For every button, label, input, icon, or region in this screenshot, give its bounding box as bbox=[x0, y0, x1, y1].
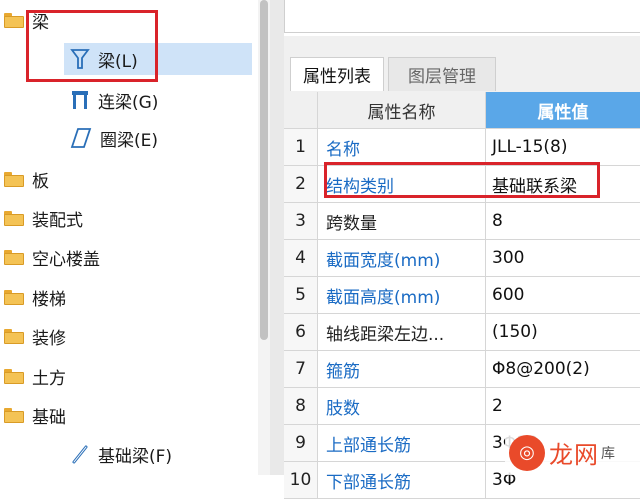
row-number: 8 bbox=[284, 388, 318, 424]
tree-scrollbar[interactable] bbox=[258, 0, 270, 475]
tree-item-label: 楼梯 bbox=[32, 289, 66, 310]
row-number: 10 bbox=[284, 462, 318, 498]
tree-item-decoration[interactable]: 装修 bbox=[4, 322, 66, 350]
property-value[interactable]: 基础联系梁 bbox=[486, 166, 640, 202]
top-empty-panel bbox=[284, 0, 640, 33]
property-value[interactable]: Φ8@200(2) bbox=[486, 351, 640, 387]
foundation-beam-icon bbox=[72, 445, 88, 464]
property-value[interactable]: 600 bbox=[486, 277, 640, 313]
folder-open-icon bbox=[4, 12, 24, 28]
watermark-suffix: 库 bbox=[601, 445, 615, 462]
header-num-cell bbox=[284, 92, 318, 128]
folder-icon bbox=[4, 328, 24, 344]
table-row[interactable]: 8 肢数 2 bbox=[284, 388, 640, 425]
property-name: 截面宽度(mm) bbox=[318, 240, 486, 276]
folder-icon bbox=[4, 171, 24, 187]
row-number: 6 bbox=[284, 314, 318, 350]
folder-icon bbox=[4, 368, 24, 384]
row-number: 9 bbox=[284, 425, 318, 461]
folder-icon bbox=[4, 210, 24, 226]
ring-beam-icon bbox=[70, 128, 92, 148]
tab-layer-management[interactable]: 图层管理 bbox=[388, 57, 496, 91]
property-tabs: 属性列表 图层管理 bbox=[284, 36, 640, 92]
table-row[interactable]: 4 截面宽度(mm) 300 bbox=[284, 240, 640, 277]
tree-item-label: 装配式 bbox=[32, 210, 83, 231]
tree-item-label: 装修 bbox=[32, 328, 66, 349]
tree-item-label: 梁 bbox=[32, 12, 49, 33]
row-number: 7 bbox=[284, 351, 318, 387]
tree-item-label: 圈梁(E) bbox=[100, 130, 159, 151]
property-name: 名称 bbox=[318, 129, 486, 165]
watermark: ◎ 龙网 库 bbox=[505, 430, 640, 475]
header-property-value: 属性值 bbox=[486, 92, 640, 128]
tree-item-label: 基础 bbox=[32, 407, 66, 428]
tree-item-prefab[interactable]: 装配式 bbox=[4, 204, 83, 232]
tree-item-hollow-floor[interactable]: 空心楼盖 bbox=[4, 243, 100, 271]
tree-item-label: 梁(L) bbox=[98, 51, 138, 72]
tree-item-slab[interactable]: 板 bbox=[4, 165, 49, 193]
table-row[interactable]: 1 名称 JLL-15(8) bbox=[284, 129, 640, 166]
property-value[interactable]: 8 bbox=[486, 203, 640, 239]
property-name: 肢数 bbox=[318, 388, 486, 424]
property-value[interactable]: 2 bbox=[486, 388, 640, 424]
folder-icon bbox=[4, 289, 24, 305]
panel-splitter[interactable] bbox=[270, 0, 284, 475]
tree-item-earthwork[interactable]: 土方 bbox=[4, 362, 66, 390]
folder-open-icon bbox=[4, 407, 24, 423]
property-value[interactable]: JLL-15(8) bbox=[486, 129, 640, 165]
property-value[interactable]: (150) bbox=[486, 314, 640, 350]
tree-item-ring-beam[interactable]: 圈梁(E) bbox=[70, 124, 158, 152]
row-number: 1 bbox=[284, 129, 318, 165]
property-name: 跨数量 bbox=[318, 203, 486, 239]
row-number: 3 bbox=[284, 203, 318, 239]
watermark-text: 龙网 bbox=[549, 441, 599, 469]
table-row[interactable]: 3 跨数量 8 bbox=[284, 203, 640, 240]
table-row[interactable]: 5 截面高度(mm) 600 bbox=[284, 277, 640, 314]
tree-item-foundation-beam[interactable]: 基础梁(F) bbox=[70, 440, 172, 468]
property-name: 轴线距梁左边... bbox=[318, 314, 486, 350]
tree-item-coupling-beam[interactable]: 连梁(G) bbox=[70, 86, 158, 114]
tree-item-stairs[interactable]: 楼梯 bbox=[4, 283, 66, 311]
table-row[interactable]: 2 结构类别 基础联系梁 bbox=[284, 166, 640, 203]
property-value[interactable]: 300 bbox=[486, 240, 640, 276]
component-tree: 梁 梁(L) 连梁(G) 圈梁(E) 板 装配式 空心楼盖 楼梯 装修 土方 基… bbox=[0, 0, 258, 475]
row-number: 5 bbox=[284, 277, 318, 313]
coupling-beam-icon bbox=[72, 91, 88, 109]
tree-item-label: 土方 bbox=[32, 368, 66, 389]
tree-item-label: 连梁(G) bbox=[98, 92, 159, 113]
header-property-name: 属性名称 bbox=[318, 92, 486, 128]
tree-item-beam-folder[interactable]: 梁 bbox=[4, 6, 49, 34]
grid-header: 属性名称 属性值 bbox=[284, 92, 640, 129]
tree-item-label: 基础梁(F) bbox=[98, 446, 173, 467]
property-name: 下部通长筋 bbox=[318, 462, 486, 498]
tree-item-label: 空心楼盖 bbox=[32, 249, 100, 270]
property-name: 截面高度(mm) bbox=[318, 277, 486, 313]
tab-property-list[interactable]: 属性列表 bbox=[290, 57, 384, 91]
property-name: 上部通长筋 bbox=[318, 425, 486, 461]
property-name: 箍筋 bbox=[318, 351, 486, 387]
tree-item-beam-l[interactable]: 梁(L) bbox=[70, 45, 138, 73]
row-number: 2 bbox=[284, 166, 318, 202]
property-name: 结构类别 bbox=[318, 166, 486, 202]
watermark-logo-icon: ◎ bbox=[509, 434, 545, 471]
tree-item-foundation[interactable]: 基础 bbox=[4, 401, 66, 429]
tree-item-label: 板 bbox=[32, 171, 49, 192]
folder-icon bbox=[4, 249, 24, 265]
scrollbar-thumb[interactable] bbox=[260, 0, 268, 340]
table-row[interactable]: 6 轴线距梁左边... (150) bbox=[284, 314, 640, 351]
row-number: 4 bbox=[284, 240, 318, 276]
beam-icon bbox=[70, 49, 90, 69]
table-row[interactable]: 7 箍筋 Φ8@200(2) bbox=[284, 351, 640, 388]
